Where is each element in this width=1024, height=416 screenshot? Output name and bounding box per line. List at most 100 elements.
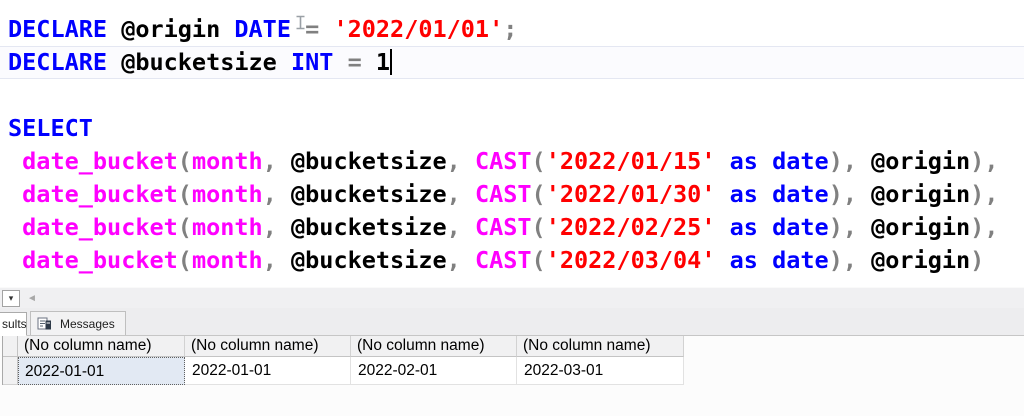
text-caret (390, 49, 392, 75)
grid-header-row: (No column name)(No column name)(No colu… (3, 336, 684, 357)
code-token: , (263, 213, 277, 241)
code-line[interactable]: date_bucket(month, @bucketsize, CAST('20… (0, 244, 1024, 277)
code-token: ( (532, 180, 546, 208)
code-token: CAST (475, 246, 532, 274)
scroll-left-arrow-icon[interactable]: ◄ (27, 292, 37, 305)
code-line[interactable]: date_bucket(month, @bucketsize, CAST('20… (0, 211, 1024, 244)
code-token: , (263, 147, 277, 175)
query-window: DECLARE @origin DATE = '2022/01/01';DECL… (0, 0, 1024, 416)
tab-messages[interactable]: Messages (30, 311, 126, 335)
code-token: , (447, 246, 461, 274)
tab-messages-label: Messages (58, 317, 115, 331)
code-token: as (730, 246, 758, 274)
code-token: month (192, 213, 263, 241)
code-token (461, 213, 475, 241)
grid-cell[interactable]: 2022-01-01 (185, 357, 351, 385)
code-token (758, 180, 772, 208)
code-token (8, 213, 22, 241)
code-token: '2022/01/15' (546, 147, 716, 175)
code-token (715, 180, 729, 208)
code-line[interactable] (0, 79, 1024, 112)
code-token: '2022/02/25' (546, 213, 716, 241)
code-token: ), (970, 180, 998, 208)
code-line[interactable]: DECLARE @bucketsize INT = 1 (0, 46, 1024, 79)
grid-row-header[interactable] (3, 357, 18, 385)
code-token (8, 246, 22, 274)
code-token: ), (829, 180, 857, 208)
code-token: , (263, 246, 277, 274)
code-token (333, 48, 347, 76)
code-token: 1 (362, 48, 390, 76)
scrollbar-options-button[interactable]: ▾ (2, 290, 20, 307)
code-token: '2022/01/01' (333, 15, 503, 43)
grid-column-header[interactable]: (No column name) (517, 336, 684, 357)
code-token: @bucketsize (277, 246, 447, 274)
editor-scrollbar-strip: ▾ ◄ (0, 287, 1024, 308)
code-token: DECLARE (8, 48, 107, 76)
code-token: ( (178, 246, 192, 274)
code-token: month (192, 147, 263, 175)
code-token: SELECT (8, 114, 93, 142)
code-token: CAST (475, 213, 532, 241)
grid-column-header[interactable]: (No column name) (351, 336, 517, 357)
grid-column-header[interactable]: (No column name) (185, 336, 351, 357)
code-token: , (263, 180, 277, 208)
code-token: ( (178, 213, 192, 241)
code-line[interactable]: date_bucket(month, @bucketsize, CAST('20… (0, 178, 1024, 211)
code-token: ( (532, 246, 546, 274)
code-token: ( (178, 147, 192, 175)
code-token: @bucketsize (277, 147, 447, 175)
code-token: ( (178, 180, 192, 208)
code-token (8, 147, 22, 175)
code-token: as (730, 180, 758, 208)
code-token: ; (503, 15, 517, 43)
grid-cell[interactable]: 2022-03-01 (517, 357, 684, 385)
code-token: date_bucket (22, 147, 178, 175)
code-token: date_bucket (22, 180, 178, 208)
code-line[interactable]: SELECT (0, 112, 1024, 145)
code-token: @bucketsize (277, 180, 447, 208)
code-token: @origin (857, 246, 970, 274)
sql-editor[interactable]: DECLARE @origin DATE = '2022/01/01';DECL… (0, 0, 1024, 287)
tab-results-label: sults (2, 317, 27, 331)
code-token (715, 246, 729, 274)
code-token: month (192, 180, 263, 208)
grid-cell[interactable]: 2022-02-01 (351, 357, 517, 385)
code-token: ( (532, 147, 546, 175)
tab-results-partial[interactable]: sults (0, 312, 27, 336)
code-token (758, 213, 772, 241)
code-line[interactable]: DECLARE @origin DATE = '2022/01/01'; (0, 13, 1024, 46)
code-token: ), (970, 213, 998, 241)
code-token (461, 180, 475, 208)
messages-icon (37, 316, 52, 331)
code-token: , (447, 180, 461, 208)
code-token: @origin (107, 15, 234, 43)
grid-column-header[interactable]: (No column name) (18, 336, 185, 357)
code-token: DECLARE (8, 15, 107, 43)
code-token (8, 180, 22, 208)
code-token: ), (970, 147, 998, 175)
code-token: date (772, 180, 829, 208)
code-token (715, 213, 729, 241)
grid-data-row: 2022-01-012022-01-012022-02-012022-03-01 (3, 357, 684, 385)
code-token: as (730, 147, 758, 175)
grid-corner-cell[interactable] (3, 336, 18, 357)
code-token: @origin (857, 180, 970, 208)
code-area: DECLARE @origin DATE = '2022/01/01';DECL… (0, 13, 1024, 277)
grid-cell-selected[interactable]: 2022-01-01 (18, 357, 185, 385)
code-token: ) (970, 246, 984, 274)
code-token: = (305, 15, 319, 43)
code-token (319, 15, 333, 43)
code-token: as (730, 213, 758, 241)
code-token: INT (291, 48, 333, 76)
code-token (758, 147, 772, 175)
code-token: date_bucket (22, 213, 178, 241)
code-line[interactable]: date_bucket(month, @bucketsize, CAST('20… (0, 145, 1024, 178)
code-token: = (348, 48, 362, 76)
results-pane: (No column name)(No column name)(No colu… (0, 336, 1024, 416)
results-tab-bar: sults Messages (0, 308, 1024, 336)
code-token: date (772, 213, 829, 241)
code-token: ), (829, 147, 857, 175)
code-token (715, 147, 729, 175)
code-token: date (772, 147, 829, 175)
